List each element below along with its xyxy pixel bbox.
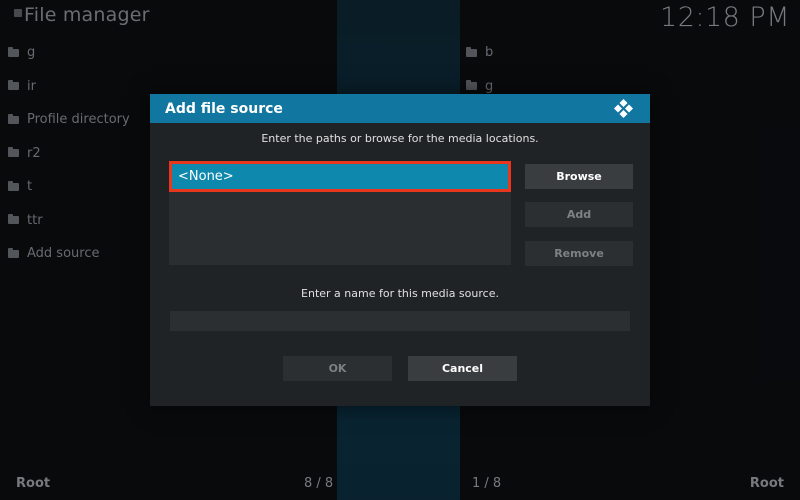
add-file-source-dialog: Add file source Enter the paths or brows… xyxy=(150,94,650,406)
kodi-logo-icon xyxy=(614,99,633,118)
remove-button[interactable]: Remove xyxy=(525,241,633,266)
add-button[interactable]: Add xyxy=(525,202,633,227)
paths-instruction: Enter the paths or browse for the media … xyxy=(261,132,539,145)
dialog-header: Add file source xyxy=(150,94,650,123)
name-instruction: Enter a name for this media source. xyxy=(301,287,499,300)
paths-list[interactable]: <None> xyxy=(169,161,511,265)
dialog-title: Add file source xyxy=(165,100,283,117)
cancel-button[interactable]: Cancel xyxy=(408,356,517,381)
ok-button[interactable]: OK xyxy=(283,356,392,381)
path-item-none[interactable]: <None> xyxy=(169,161,511,192)
source-name-input[interactable] xyxy=(170,311,630,331)
browse-button[interactable]: Browse xyxy=(525,164,633,189)
